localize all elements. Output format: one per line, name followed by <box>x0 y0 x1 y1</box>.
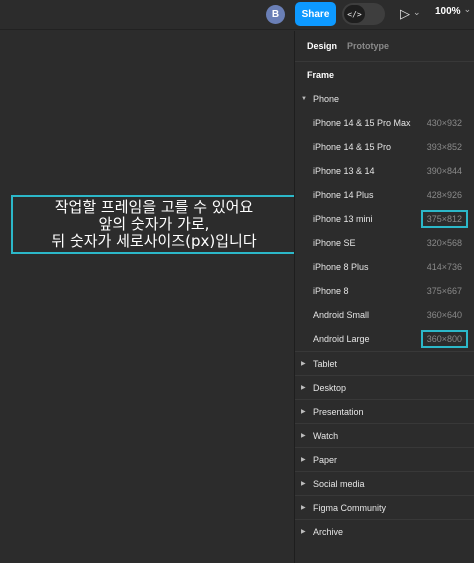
canvas-area[interactable] <box>0 31 293 563</box>
preset-size: 393×852 <box>426 142 462 152</box>
preset-name: iPhone 13 mini <box>313 214 373 224</box>
preset-size: 414×736 <box>426 262 462 272</box>
annotation-callout: 작업할 프레임을 고를 수 있어요 앞의 숫자가 가로, 뒤 숫자가 세로사이즈… <box>11 195 297 254</box>
frame-preset-item[interactable]: iPhone SE 320×568 <box>295 231 474 255</box>
caret-right-icon: ▶ <box>301 409 306 415</box>
frame-preset-item[interactable]: iPhone 13 & 14 390×844 <box>295 159 474 183</box>
group-social-media[interactable]: ▶ Social media <box>295 471 474 495</box>
preset-size: 360×800 <box>420 330 468 348</box>
callout-line: 작업할 프레임을 고를 수 있어요 <box>54 198 254 216</box>
phone-preset-list: iPhone 14 & 15 Pro Max 430×932 iPhone 14 &… <box>295 111 474 351</box>
caret-right-icon: ▶ <box>301 505 306 511</box>
group-archive[interactable]: ▶ Archive <box>295 519 474 543</box>
group-label: Desktop <box>313 382 347 393</box>
preset-name: iPhone 8 Plus <box>313 262 369 272</box>
frame-preset-item[interactable]: iPhone 14 Plus 428×926 <box>295 183 474 207</box>
group-label: Paper <box>313 454 338 465</box>
collapsed-group-list: ▶ Tablet ▶ Desktop ▶ Presentation ▶ Watch ▶ Paper… <box>295 351 474 543</box>
group-figma-community[interactable]: ▶ Figma Community <box>295 495 474 519</box>
group-presentation[interactable]: ▶ Presentation <box>295 399 474 423</box>
present-button[interactable]: ▷ ⌄ <box>400 6 426 22</box>
group-label: Archive <box>313 526 344 537</box>
share-button[interactable]: Share <box>295 2 336 26</box>
group-label: Presentation <box>313 406 364 417</box>
code-icon: </> <box>344 5 365 23</box>
preset-name: iPhone 13 & 14 <box>313 166 375 176</box>
frame-preset-item[interactable]: iPhone 8 Plus 414×736 <box>295 255 474 279</box>
preset-size: 428×926 <box>426 190 462 200</box>
dev-mode-toggle[interactable]: </> <box>342 3 385 25</box>
preset-name: iPhone 14 Plus <box>313 190 374 200</box>
preset-name: iPhone 8 <box>313 286 349 296</box>
group-label: Watch <box>313 430 339 441</box>
play-icon: ▷ <box>400 6 410 21</box>
caret-right-icon: ▶ <box>301 481 306 487</box>
callout-line: 앞의 숫자가 가로, <box>98 215 210 233</box>
preset-name: iPhone 14 & 15 Pro Max <box>313 118 411 128</box>
frame-preset-item[interactable]: iPhone 13 mini 375×812 <box>295 207 474 231</box>
frame-preset-item[interactable]: iPhone 14 & 15 Pro 393×852 <box>295 135 474 159</box>
group-paper[interactable]: ▶ Paper <box>295 447 474 471</box>
top-toolbar: B Share </> ▷ ⌄ 100% ⌄ <box>0 0 474 30</box>
frame-preset-item[interactable]: Android Large 360×800 <box>295 327 474 351</box>
preset-size: 390×844 <box>426 166 462 176</box>
group-desktop[interactable]: ▶ Desktop <box>295 375 474 399</box>
preset-size: 360×640 <box>426 310 462 320</box>
chevron-down-icon: ⌄ <box>463 4 472 14</box>
panel-tabs: Design Prototype <box>295 31 474 62</box>
preset-size: 430×932 <box>426 118 462 128</box>
caret-right-icon: ▶ <box>301 433 306 439</box>
preset-size: 375×812 <box>420 210 468 228</box>
group-label: Tablet <box>313 358 338 369</box>
tab-prototype[interactable]: Prototype <box>347 41 389 51</box>
preset-size: 375×667 <box>426 286 462 296</box>
tab-design[interactable]: Design <box>307 41 337 51</box>
right-panel: Design Prototype Frame ▼ Phone iPhone 14… <box>294 31 474 563</box>
group-phone[interactable]: ▼ Phone <box>295 87 474 111</box>
preset-size: 320×568 <box>426 238 462 248</box>
caret-right-icon: ▶ <box>301 529 306 535</box>
callout-line: 뒤 숫자가 세로사이즈(px)입니다 <box>51 232 257 250</box>
preset-name: iPhone 14 & 15 Pro <box>313 142 392 152</box>
frame-preset-item[interactable]: Android Small 360×640 <box>295 303 474 327</box>
zoom-level: 100% <box>435 6 461 17</box>
group-label: Social media <box>313 478 365 489</box>
caret-right-icon: ▶ <box>301 385 306 391</box>
frame-section-title: Frame <box>307 69 335 80</box>
user-avatar[interactable]: B <box>266 5 285 24</box>
preset-name: iPhone SE <box>313 238 356 248</box>
zoom-dropdown[interactable]: 100% ⌄ <box>435 4 472 17</box>
group-label: Figma Community <box>313 502 387 513</box>
preset-name: Android Small <box>313 310 370 320</box>
chevron-down-icon: ⌄ <box>413 6 421 17</box>
caret-right-icon: ▶ <box>301 361 306 367</box>
group-label: Phone <box>313 94 340 104</box>
group-tablet[interactable]: ▶ Tablet <box>295 351 474 375</box>
group-watch[interactable]: ▶ Watch <box>295 423 474 447</box>
caret-down-icon: ▼ <box>301 96 307 102</box>
frame-preset-item[interactable]: iPhone 14 & 15 Pro Max 430×932 <box>295 111 474 135</box>
frame-preset-item[interactable]: iPhone 8 375×667 <box>295 279 474 303</box>
caret-right-icon: ▶ <box>301 457 306 463</box>
preset-name: Android Large <box>313 334 370 344</box>
